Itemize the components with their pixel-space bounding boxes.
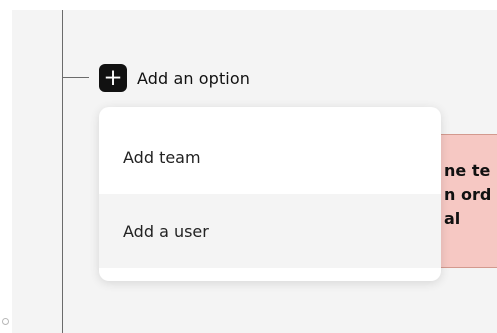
left-strip — [0, 0, 12, 333]
corner-dot — [2, 318, 9, 325]
tree-connector-horizontal — [62, 77, 89, 78]
add-option-dropdown-menu: Add team Add a user — [99, 107, 441, 281]
add-option-label: Add an option — [137, 68, 250, 88]
add-option-button[interactable]: + Add an option — [99, 64, 250, 92]
menu-item-label: Add team — [123, 147, 201, 167]
menu-item-add-a-user[interactable]: Add a user — [99, 194, 441, 268]
plus-square-icon: + — [99, 64, 127, 92]
alert-text: ne te n ord al — [444, 161, 492, 228]
top-strip — [0, 0, 497, 10]
alert-card: ne te n ord al — [436, 134, 497, 268]
menu-item-add-team[interactable]: Add team — [99, 120, 441, 194]
tree-connector-vertical — [62, 10, 63, 333]
menu-item-label: Add a user — [123, 221, 209, 241]
